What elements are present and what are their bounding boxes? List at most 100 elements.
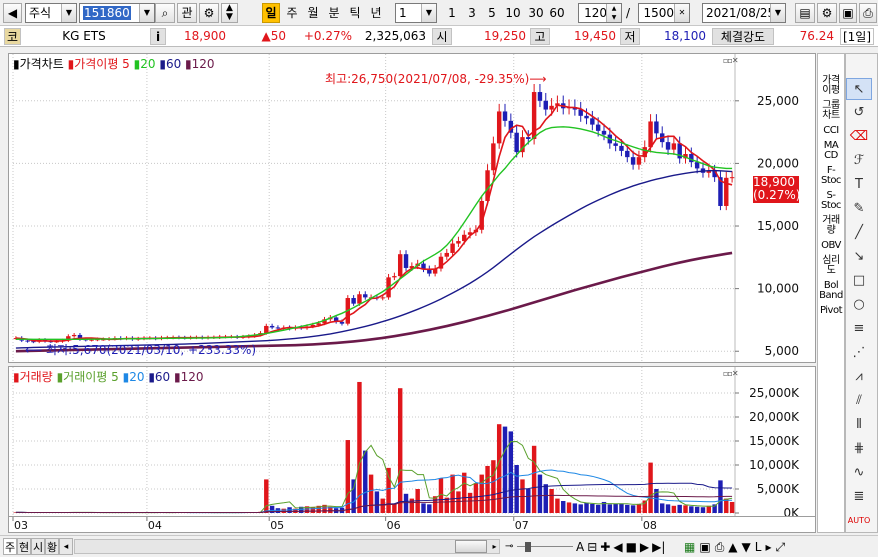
fibonacci-icon[interactable]: ℱ [846,150,872,172]
tab-hwang[interactable]: 황 [45,538,59,555]
market-select[interactable]: 주식 ▼ [25,3,77,23]
zoom-in-icon[interactable]: A [576,538,584,556]
quick-30[interactable]: 30 [526,3,546,23]
indicator-3[interactable]: MA CD [818,141,844,161]
gann-icon[interactable]: ⋰ [846,342,872,364]
quick-60[interactable]: 60 [547,3,567,23]
save-icon[interactable]: ▤ [795,3,815,23]
date-select[interactable]: 2021/08/25 ▼ [702,3,786,23]
tab-ju[interactable]: 주 [3,538,17,555]
scroll-left-icon[interactable]: ◂ [59,538,73,555]
tab-month[interactable]: 월 [304,3,322,23]
indicator-0[interactable]: 가격 이평 [818,76,844,96]
candle [363,294,368,298]
parallel-icon[interactable]: ⫽ [846,390,872,412]
stock-code-input[interactable]: 151860 ▼ [79,3,155,23]
price-legend: ▮가격차트 ▮가격이평 5 ▮20 ▮60 ▮120 [13,57,215,71]
quick-3[interactable]: 3 [464,3,480,23]
count-stepper[interactable]: 120 ▲ ▼ [578,3,622,23]
pen-icon[interactable]: ✎ [846,198,872,220]
disk-icon[interactable]: ▣ [699,538,710,556]
candle [403,254,409,268]
volume-bar [677,504,682,513]
minus-icon[interactable]: ⊟ [587,538,597,556]
zoom-thumb[interactable] [525,542,531,552]
quick-5[interactable]: 5 [484,3,500,23]
indicator-4[interactable]: F-Stoc [818,166,844,186]
expand-icon[interactable]: ⤢ [775,538,785,556]
line-icon[interactable]: ╱ [846,222,872,244]
undo-icon[interactable]: ↺ [846,102,872,124]
horizontal-scrollbar[interactable]: ▸ [74,539,500,554]
price-tick-label: 25,000 [757,94,799,108]
rectangle-icon[interactable]: □ [846,270,872,292]
bars-icon[interactable]: ≣ [846,486,872,508]
total-input[interactable]: 1500 ✕ [638,3,690,23]
indicator-10[interactable]: Pivot [818,306,844,316]
next-icon[interactable]: ▸ [765,538,771,556]
indicator-1[interactable]: 그룹 차트 [818,101,844,121]
up-icon[interactable]: ▲ [728,538,737,556]
stop-icon[interactable]: ■ [626,538,637,556]
indicator-2[interactable]: CCI [818,126,844,136]
search-icon[interactable]: ⌕ [155,3,175,23]
down-icon[interactable]: ▼ [742,538,751,556]
pane-controls[interactable]: ▫▫✕ [723,369,741,379]
candle [526,137,531,139]
wave-icon[interactable]: ∿ [846,462,872,484]
indicator-7[interactable]: OBV [818,241,844,251]
volume-bar [368,474,374,513]
plus-icon[interactable]: ✚ [600,538,610,556]
prev-arrow-icon[interactable]: ◀ [3,3,22,23]
settings-icon[interactable]: ⚙ [199,3,219,23]
tab-year[interactable]: 년 [367,3,385,23]
arrow-line-icon[interactable]: ↘ [846,246,872,268]
excel-icon[interactable]: ▦ [684,538,695,556]
zoom-slider[interactable]: ⊸ [505,538,573,555]
volume-chart-pane[interactable]: 0K 5,000K 10,000K 15,000K 20,000K 25,000K ▮거래… [8,366,816,520]
indicator-9[interactable]: Bol Band [818,281,844,301]
period-badge: [1일] [840,28,874,45]
channel-icon[interactable]: ≡ [846,318,872,340]
quick-1[interactable]: 1 [444,3,460,23]
last-icon[interactable]: ▶| [652,538,665,556]
info-icon[interactable]: i [150,28,166,45]
print-icon[interactable]: ⎙ [715,538,725,556]
delete-all-icon[interactable]: ⌫ [846,126,872,148]
tab-week[interactable]: 주 [283,3,301,23]
volume-tick-label: 10,000K [749,458,800,472]
ellipse-icon[interactable]: ○ [846,294,872,316]
auto-icon[interactable]: AUTO [846,510,872,532]
indicator-5[interactable]: S-Stoc [818,191,844,211]
print-icon[interactable]: ⎙ [859,3,877,23]
tab-minute[interactable]: 분 [325,3,343,23]
grid-icon[interactable]: ⋕ [846,438,872,460]
candle [25,340,30,342]
window-icon[interactable]: ▣ [839,3,857,23]
fan-icon[interactable]: ⩘ [846,366,872,388]
updown-icon[interactable]: ▲ ▼ [221,3,238,23]
indicator-6[interactable]: 거래 량 [818,216,844,236]
cycle-icon[interactable]: ⦀ [846,414,872,436]
play-icon[interactable]: ▶ [640,538,649,556]
pane-controls[interactable]: ▫▫✕ [723,56,741,66]
tab-day[interactable]: 일 [262,3,280,23]
watchlist-button[interactable]: 관 [177,3,197,23]
scrollbar-thumb[interactable] [455,540,487,553]
scroll-right-icon[interactable]: ▸ [489,540,500,553]
tab-si[interactable]: 시 [31,538,45,555]
first-icon[interactable]: ◀ [613,538,622,556]
cursor-icon[interactable]: ↖ [846,78,872,100]
quick-10[interactable]: 10 [503,3,523,23]
gear-icon[interactable]: ⚙ [817,3,837,23]
left-align-icon[interactable]: L [755,538,762,556]
tab-hyeon[interactable]: 현 [17,538,31,555]
volume-bar [706,505,712,513]
interval-select[interactable]: 1 ▼ [395,3,437,23]
volume-bar [403,493,409,513]
text-icon[interactable]: T [846,174,872,196]
tab-tick[interactable]: 틱 [346,3,364,23]
price-chart-pane[interactable]: 5,000 10,000 15,000 20,000 25,000 ▮가격차트 ▮가격이… [8,53,816,363]
volume-ma-20 [15,469,733,514]
indicator-8[interactable]: 심리 도 [818,256,844,276]
